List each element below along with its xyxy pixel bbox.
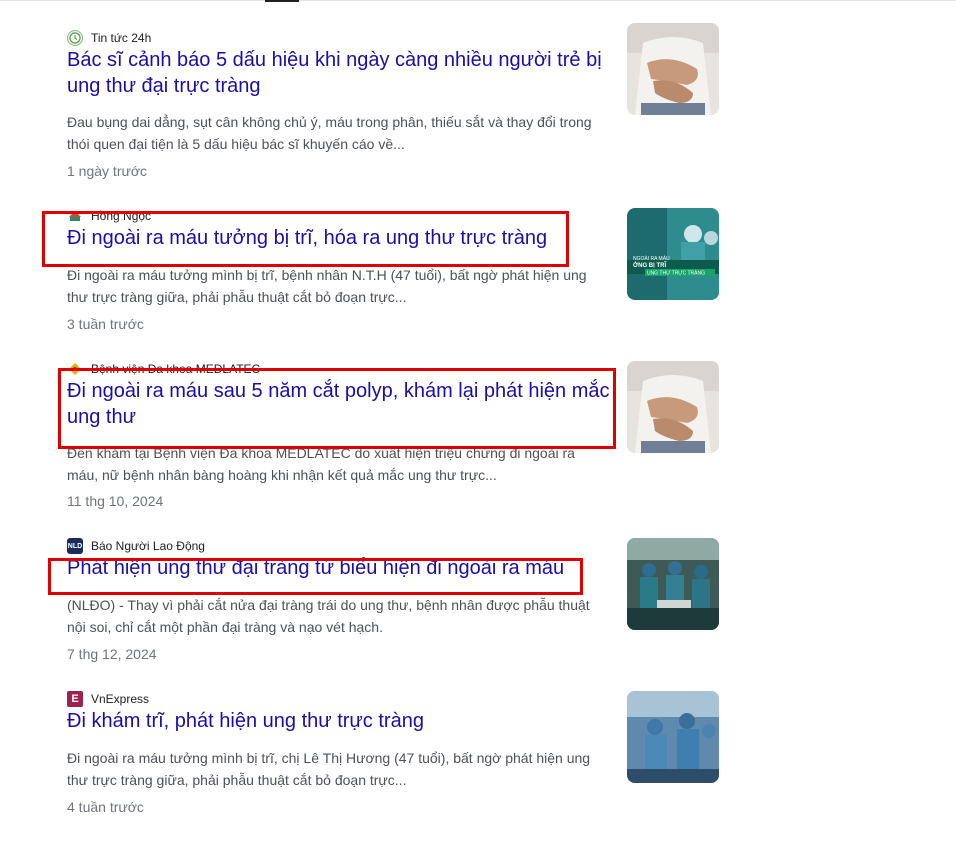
thumbnail-caption: UNG THƯ TRỰC TRÀNG (647, 270, 705, 277)
result-title-link[interactable]: Phát hiện ung thư đại tràng từ biểu hiện… (67, 555, 615, 581)
result-snippet: Đi ngoài ra máu tưởng mình bị trĩ, chị L… (67, 750, 591, 788)
result-source[interactable]: Tin tức 24h (67, 30, 151, 46)
surgery-team-thumbnail[interactable] (627, 691, 719, 783)
result-title-link[interactable]: Bác sĩ cảnh báo 5 dấu hiệu khi ngày càng… (67, 47, 615, 99)
result-source[interactable]: E VnExpress (67, 691, 149, 707)
active-tab-indicator (265, 0, 299, 2)
result-snippet: (NLĐO) - Thay vì phải cắt nửa đại tràng … (67, 597, 590, 635)
medlatec-logo-icon (67, 361, 83, 377)
result-date: 1 ngày trước (67, 163, 148, 179)
result-date: 3 tuần trước (67, 316, 144, 332)
top-divider (0, 0, 956, 1)
news-result: NLD Báo Người Lao Động Phát hiện ung thư… (67, 538, 721, 698)
result-date: 7 thg 12, 2024 (67, 646, 157, 662)
abdominal-pain-thumbnail[interactable] (627, 361, 719, 453)
news-result: Tin tức 24h Bác sĩ cảnh báo 5 dấu hiệu k… (67, 23, 721, 190)
hong-ngoc-logo-icon (67, 208, 83, 224)
result-title-link[interactable]: Đi ngoài ra máu sau 5 năm cắt polyp, khá… (67, 378, 615, 430)
result-snippet: Đau bụng dai dẳng, sụt cân không chủ ý, … (67, 114, 592, 152)
result-snippet: Đi ngoài ra máu tưởng mình bị trĩ, bệnh … (67, 267, 587, 305)
result-source[interactable]: NLD Báo Người Lao Động (67, 538, 205, 554)
thumbnail-caption: ỞNG BỊ TRĨ (633, 262, 666, 269)
news-result: E VnExpress Đi khám trĩ, phát hiện ung t… (67, 691, 721, 851)
result-date: 11 thg 10, 2024 (67, 493, 164, 509)
source-name: Báo Người Lao Động (91, 539, 205, 553)
result-title-link[interactable]: Đi ngoài ra máu tưởng bị trĩ, hóa ra ung… (67, 225, 615, 251)
nld-logo-icon: NLD (67, 538, 83, 554)
source-name: Hồng Ngọc (91, 209, 152, 223)
news-result: Hồng Ngọc Đi ngoài ra máu tưởng bị trĩ, … (67, 208, 721, 368)
vnexpress-logo-icon: E (67, 691, 83, 707)
surgery-banner-thumbnail[interactable]: NGOÀI RA MÁU ỞNG BỊ TRĨ UNG THƯ TRỰC TRÀ… (627, 208, 719, 300)
news-result: Bệnh viện Đa khoa MEDLATEC Đi ngoài ra m… (67, 361, 721, 521)
abdominal-pain-thumbnail[interactable] (627, 23, 719, 115)
source-name: VnExpress (91, 692, 150, 706)
thumbnail-caption: NGOÀI RA MÁU (633, 255, 670, 262)
result-source[interactable]: Hồng Ngọc (67, 208, 151, 224)
result-source[interactable]: Bệnh viện Đa khoa MEDLATEC (67, 361, 260, 377)
result-snippet: Đến khám tại Bệnh viện Đa khoa MEDLATEC … (67, 445, 575, 483)
operating-room-thumbnail[interactable] (627, 538, 719, 630)
source-name: Bệnh viện Đa khoa MEDLATEC (91, 362, 261, 376)
result-title-link[interactable]: Đi khám trĩ, phát hiện ung thư trực tràn… (67, 708, 615, 734)
source-name: Tin tức 24h (91, 31, 152, 45)
result-date: 4 tuần trước (67, 799, 144, 815)
clock-logo-icon (67, 30, 83, 46)
